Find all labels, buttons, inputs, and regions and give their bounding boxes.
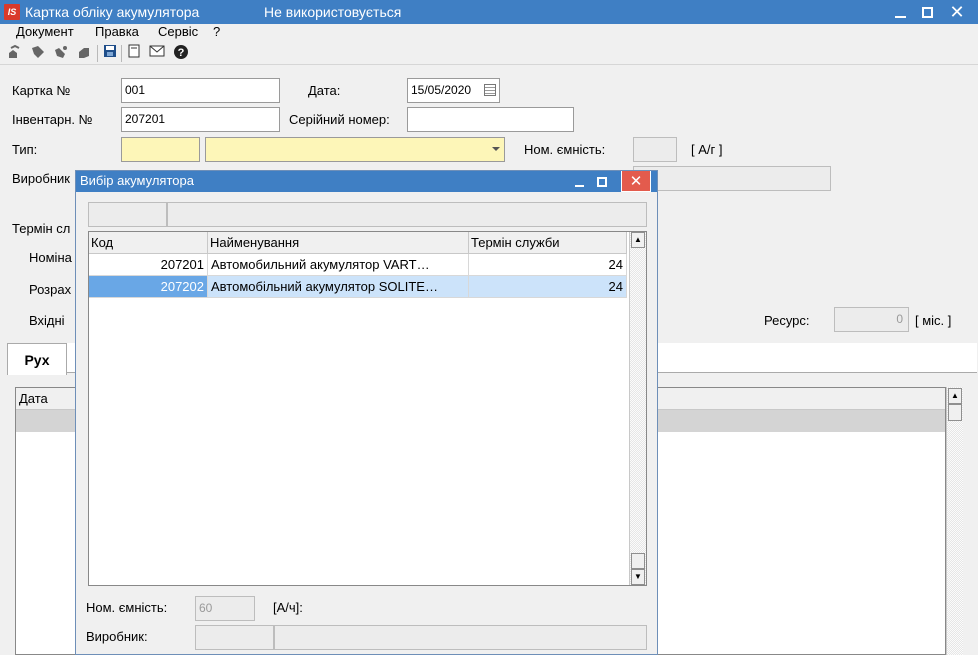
cell-code: 207202: [89, 276, 208, 298]
dialog-close-button[interactable]: ✕: [621, 171, 651, 192]
column-code[interactable]: Код: [89, 232, 208, 254]
menu-document[interactable]: Документ: [16, 24, 74, 42]
date-value: 15/05/2020: [411, 83, 472, 97]
column-term[interactable]: Термін служби: [469, 232, 627, 254]
maximize-button[interactable]: [912, 0, 942, 24]
svg-text:?: ?: [178, 47, 185, 59]
close-button[interactable]: ✕: [942, 0, 972, 24]
battery-grid[interactable]: Код Найменування Термін служби 207201 Ав…: [88, 231, 647, 586]
scroll-up-icon[interactable]: ▲: [948, 388, 962, 404]
nominal-capacity-field: [633, 137, 677, 162]
window-title: Картка обліку акумулятора: [25, 4, 200, 20]
column-name[interactable]: Найменування: [208, 232, 469, 254]
resource-field: 0: [834, 307, 909, 332]
nominal-term-label: Номіна: [29, 250, 72, 265]
menu-service[interactable]: Сервіс: [158, 24, 198, 42]
resource-unit-label: [ міс. ]: [915, 313, 952, 328]
nominal-capacity-label: Ном. ємність:: [524, 142, 606, 157]
column-date[interactable]: Дата: [19, 391, 48, 406]
type-name-combo[interactable]: [205, 137, 505, 162]
dialog-minimize-button[interactable]: [567, 171, 591, 192]
table-row[interactable]: 207201 Автомобильний акумулятор VART… 24: [89, 254, 627, 276]
dialog-manufacturer-code: [195, 625, 274, 650]
tab-movement[interactable]: Рух: [7, 343, 67, 375]
minimize-button[interactable]: [885, 0, 915, 24]
mail-icon[interactable]: [147, 44, 167, 63]
manufacturer-label: Виробник: [12, 171, 70, 186]
calc-term-label: Розрах: [29, 282, 72, 297]
toolbar-separator: [121, 45, 122, 62]
cell-code: 207201: [89, 254, 208, 276]
main-scrollbar[interactable]: ▲: [946, 387, 963, 655]
dialog-filter-name: [167, 202, 647, 227]
incoming-label: Вхідні: [29, 313, 65, 328]
document-icon[interactable]: [124, 44, 144, 63]
serial-label: Серійний номер:: [289, 112, 390, 127]
term-label: Термін сл: [12, 221, 71, 236]
minimize-icon: [574, 184, 584, 187]
resource-label: Ресурс:: [764, 313, 810, 328]
scroll-down-icon[interactable]: ▼: [631, 569, 645, 585]
serial-field[interactable]: [407, 107, 574, 132]
save-icon[interactable]: [100, 44, 120, 63]
close-icon: ✕: [949, 2, 965, 22]
cell-term: 24: [469, 254, 627, 276]
card-no-label: Картка №: [12, 83, 71, 98]
scroll-thumb[interactable]: [631, 553, 645, 569]
capacity-unit-label: [ А/г ]: [691, 142, 723, 157]
calendar-icon[interactable]: [484, 84, 496, 96]
copy-icon[interactable]: [5, 44, 25, 63]
maximize-icon: [597, 176, 607, 187]
cell-name: Автомобильний акумулятор VART…: [208, 254, 469, 276]
inventory-label: Інвентарн. №: [12, 112, 93, 127]
dialog-capacity-field: 60: [195, 596, 255, 621]
delete-icon[interactable]: [74, 44, 94, 63]
dialog-filter-code: [88, 202, 167, 227]
dialog-title: Вибір акумулятора: [80, 173, 194, 188]
minimize-icon: [894, 16, 906, 19]
manufacturer-field: [633, 166, 831, 191]
chevron-down-icon[interactable]: [492, 147, 500, 151]
toolbar: ?: [0, 42, 978, 65]
dialog-maximize-button[interactable]: [590, 171, 614, 192]
select-battery-dialog: Вибір акумулятора ✕ Код Найменування Тер…: [75, 170, 658, 655]
type-label: Тип:: [12, 142, 38, 157]
card-no-field[interactable]: 001: [121, 78, 280, 103]
table-row-selected[interactable]: 207202 Автомобільний акумулятор SOLITE… …: [89, 276, 627, 298]
window-status: Не використовується: [264, 4, 402, 20]
dialog-capacity-label: Ном. ємність:: [86, 600, 168, 615]
date-field[interactable]: 15/05/2020: [407, 78, 500, 103]
scroll-thumb[interactable]: [948, 404, 962, 421]
menubar: Документ Правка Сервіс ?: [0, 24, 978, 42]
dialog-manufacturer-label: Виробник:: [86, 629, 148, 644]
scroll-up-icon[interactable]: ▲: [631, 232, 645, 248]
toolbar-separator: [97, 45, 98, 62]
dialog-titlebar: Вибір акумулятора ✕: [76, 171, 657, 192]
cut-icon[interactable]: [51, 44, 71, 63]
cell-term: 24: [469, 276, 627, 298]
dialog-manufacturer-name: [274, 625, 647, 650]
paste-icon[interactable]: [28, 44, 48, 63]
maximize-icon: [921, 6, 933, 18]
app-logo: IS: [4, 4, 20, 20]
dialog-scrollbar[interactable]: ▲ ▼: [629, 232, 646, 585]
cell-name: Автомобільний акумулятор SOLITE…: [208, 276, 469, 298]
type-code-field[interactable]: [121, 137, 200, 162]
window-titlebar: IS Картка обліку акумулятора Не використ…: [0, 0, 978, 24]
dialog-capacity-unit: [А/ч]:: [273, 600, 303, 615]
menu-help[interactable]: ?: [213, 24, 220, 42]
date-label: Дата:: [308, 83, 341, 98]
inventory-field[interactable]: 207201: [121, 107, 280, 132]
menu-edit[interactable]: Правка: [95, 24, 139, 42]
help-icon[interactable]: ?: [171, 44, 191, 63]
close-icon: ✕: [629, 173, 643, 190]
